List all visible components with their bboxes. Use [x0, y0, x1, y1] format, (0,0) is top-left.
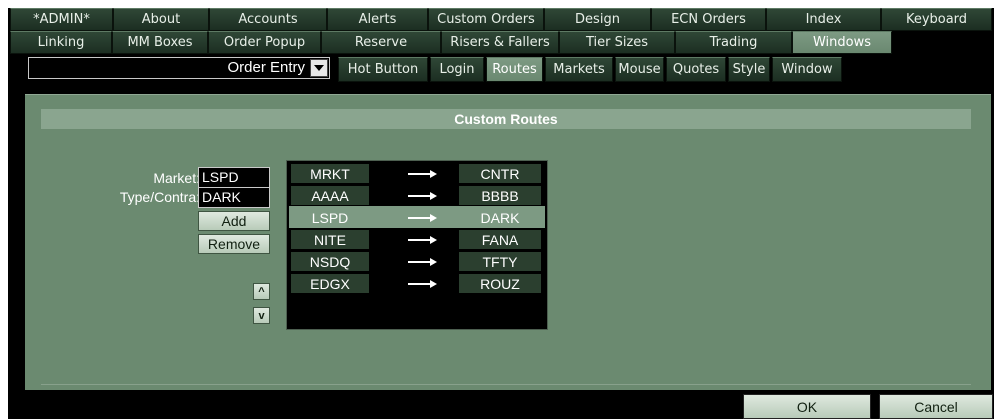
move-down-button[interactable]: v: [253, 307, 270, 324]
tab-index[interactable]: Index: [766, 8, 881, 31]
subtab-hot-button[interactable]: Hot Button: [338, 57, 428, 82]
tab-risers-fallers[interactable]: Risers & Fallers: [441, 31, 559, 54]
route-row[interactable]: EDGX ROUZ: [289, 272, 545, 294]
window-select[interactable]: Order Entry: [28, 57, 330, 79]
panel-title: Custom Routes: [41, 109, 971, 129]
route-target: BBBB: [459, 186, 541, 205]
route-row[interactable]: LSPD DARK: [289, 206, 545, 228]
route-target: FANA: [459, 230, 541, 249]
tab-row-1: *ADMIN* About Accounts Alerts Custom Orders D…: [10, 8, 992, 32]
tab-alerts[interactable]: Alerts: [327, 8, 428, 31]
right-arrow-icon: [393, 230, 453, 249]
chevron-down-icon[interactable]: [310, 59, 328, 77]
market-label: Market:: [153, 170, 200, 186]
route-target: CNTR: [459, 164, 541, 183]
type-contra-label: Type/Contra:: [119, 189, 200, 205]
routes-list[interactable]: MRKT CNTR AAAA BBBB LSPD DARK NITE FANA NSDQ TFTY…: [286, 160, 548, 330]
route-market: MRKT: [291, 164, 369, 183]
tab-about[interactable]: About: [113, 8, 209, 31]
route-market: EDGX: [291, 274, 369, 293]
tab-tier-sizes[interactable]: Tier Sizes: [559, 31, 675, 54]
route-target: DARK: [459, 208, 541, 227]
subtab-markets[interactable]: Markets: [545, 57, 613, 82]
market-field[interactable]: LSPD: [198, 167, 270, 188]
tab-mm-boxes[interactable]: MM Boxes: [112, 31, 208, 54]
route-row[interactable]: NITE FANA: [289, 228, 545, 250]
type-contra-field[interactable]: DARK: [198, 187, 270, 208]
route-market: LSPD: [291, 208, 369, 227]
subtab-login[interactable]: Login: [430, 57, 484, 82]
footer-bar: OK Cancel: [8, 390, 994, 419]
chevron-up-icon: ^: [258, 285, 265, 298]
subtab-mouse[interactable]: Mouse: [615, 57, 664, 82]
sub-toolbar: Order Entry Hot Button Login Routes Markets…: [8, 55, 994, 82]
tab-admin[interactable]: *ADMIN*: [10, 8, 113, 31]
right-arrow-icon: [393, 164, 453, 183]
route-market: NITE: [291, 230, 369, 249]
window-select-value: Order Entry: [227, 59, 305, 76]
tab-linking[interactable]: Linking: [10, 31, 112, 54]
tab-keyboard[interactable]: Keyboard: [881, 8, 992, 31]
subtab-style[interactable]: Style: [728, 57, 770, 82]
tab-design[interactable]: Design: [544, 8, 651, 31]
subtab-quotes[interactable]: Quotes: [666, 57, 726, 82]
tab-custom-orders[interactable]: Custom Orders: [428, 8, 544, 31]
sub-tab-bar: Hot Button Login Routes Markets Mouse Quotes S…: [338, 57, 844, 82]
tab-trading[interactable]: Trading: [675, 31, 792, 54]
subtab-window[interactable]: Window: [772, 57, 842, 82]
move-up-button[interactable]: ^: [253, 283, 270, 300]
chevron-down-icon: v: [258, 309, 265, 322]
route-market: AAAA: [291, 186, 369, 205]
route-row[interactable]: MRKT CNTR: [289, 162, 545, 184]
right-arrow-icon: [393, 252, 453, 271]
route-row[interactable]: NSDQ TFTY: [289, 250, 545, 272]
tab-windows[interactable]: Windows: [792, 31, 892, 54]
right-arrow-icon: [393, 208, 453, 227]
remove-button[interactable]: Remove: [198, 234, 270, 254]
tab-reserve[interactable]: Reserve: [321, 31, 441, 54]
right-arrow-icon: [393, 274, 453, 293]
route-target: ROUZ: [459, 274, 541, 293]
tab-accounts[interactable]: Accounts: [209, 8, 327, 31]
cancel-button[interactable]: Cancel: [879, 394, 993, 419]
subtab-routes[interactable]: Routes: [486, 57, 543, 82]
ok-button[interactable]: OK: [743, 394, 871, 419]
tab-row-2: Linking MM Boxes Order Popup Reserve Risers …: [10, 31, 992, 55]
route-row[interactable]: AAAA BBBB: [289, 184, 545, 206]
tab-ecn-orders[interactable]: ECN Orders: [651, 8, 766, 31]
tab-order-popup[interactable]: Order Popup: [208, 31, 321, 54]
add-button[interactable]: Add: [198, 211, 270, 231]
settings-window: *ADMIN* About Accounts Alerts Custom Orders D…: [8, 8, 994, 419]
route-target: TFTY: [459, 252, 541, 271]
right-arrow-icon: [393, 186, 453, 205]
route-market: NSDQ: [291, 252, 369, 271]
